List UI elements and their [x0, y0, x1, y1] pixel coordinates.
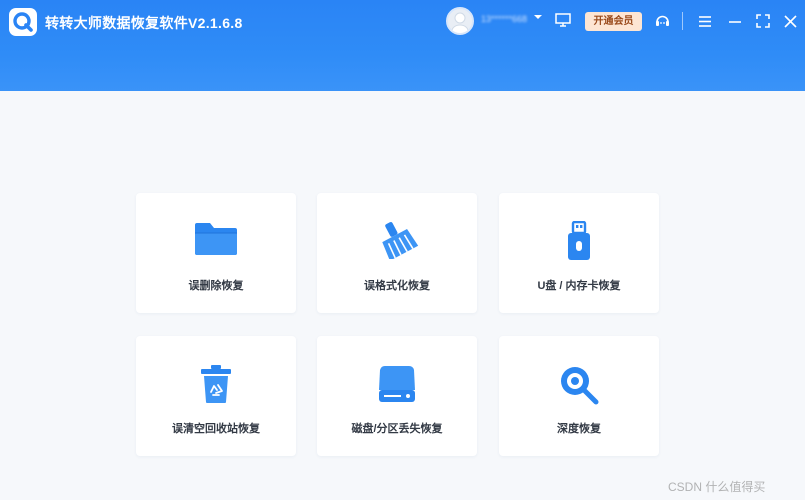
watermark: CSDN 什么值得买 — [668, 480, 766, 494]
broom-icon — [382, 222, 419, 259]
avatar[interactable] — [446, 7, 474, 35]
support-icon[interactable] — [654, 13, 671, 30]
card-label: 磁盘/分区丢失恢复 — [351, 423, 443, 435]
recycle-bin-icon — [201, 365, 231, 403]
folder-icon — [195, 223, 237, 255]
card-label: 误删除恢复 — [188, 280, 244, 292]
card-label: 误清空回收站恢复 — [172, 423, 260, 435]
usb-drive-icon — [568, 221, 590, 260]
card-deleted-recovery[interactable]: 误删除恢复 — [136, 193, 296, 313]
title-bar: 转转大师数据恢复软件V2.1.6.8 13******668 开通会员 — [0, 0, 805, 91]
username[interactable]: 13******668 — [481, 14, 527, 24]
app-title: 转转大师数据恢复软件V2.1.6.8 — [45, 15, 243, 31]
card-recycle-bin-recovery[interactable]: 误清空回收站恢复 — [136, 336, 296, 456]
chevron-down-icon[interactable] — [534, 13, 542, 21]
menu-icon[interactable] — [698, 15, 712, 28]
card-format-recovery[interactable]: 误格式化恢复 — [317, 193, 477, 313]
minimize-icon[interactable] — [728, 15, 742, 28]
deep-scan-icon — [561, 367, 599, 405]
app-logo — [9, 8, 37, 36]
card-label: 深度恢复 — [557, 423, 601, 435]
card-label: 误格式化恢复 — [364, 280, 430, 292]
hard-disk-icon — [379, 366, 415, 402]
card-label: U盘 / 内存卡恢复 — [537, 280, 621, 292]
card-deep-recovery[interactable]: 深度恢复 — [499, 336, 659, 456]
card-usb-recovery[interactable]: U盘 / 内存卡恢复 — [499, 193, 659, 313]
maximize-icon[interactable] — [756, 14, 770, 28]
vip-button[interactable]: 开通会员 — [585, 12, 642, 31]
header-divider — [682, 12, 683, 30]
monitor-icon[interactable] — [555, 13, 571, 28]
close-icon[interactable] — [784, 15, 797, 28]
card-partition-recovery[interactable]: 磁盘/分区丢失恢复 — [317, 336, 477, 456]
